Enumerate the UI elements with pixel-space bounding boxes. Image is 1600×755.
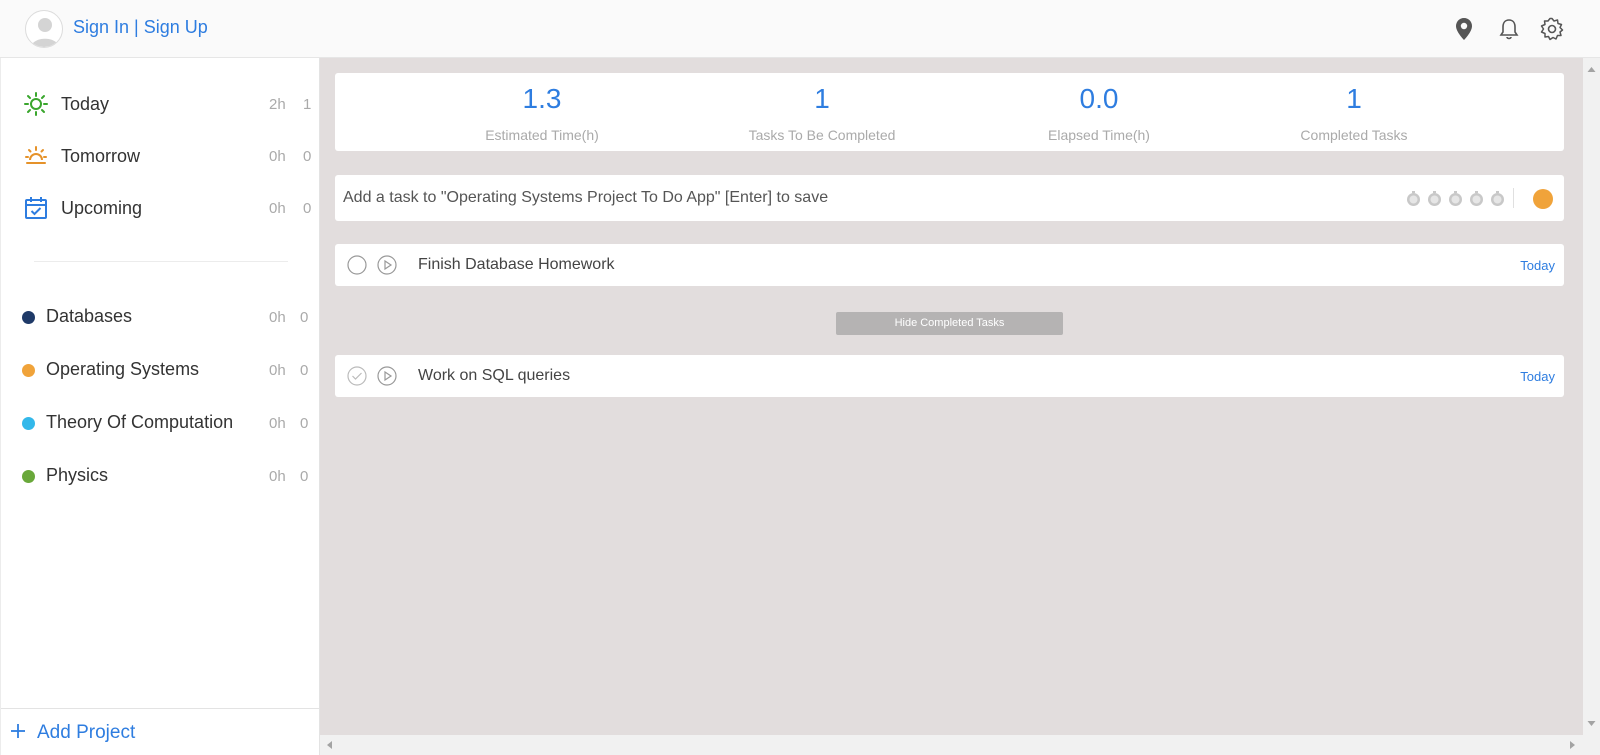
nav-count: 0 bbox=[303, 148, 312, 165]
checkbox-circle-icon[interactable] bbox=[347, 255, 367, 275]
task-title: Work on SQL queries bbox=[418, 367, 571, 384]
separator bbox=[1513, 188, 1514, 208]
task-title: Finish Database Homework bbox=[418, 256, 615, 273]
nav-count: 0 bbox=[303, 200, 312, 217]
horizontal-scrollbar[interactable] bbox=[320, 735, 1583, 755]
stat-estimated-time: 1.3 Estimated Time(h) bbox=[422, 73, 662, 151]
gear-icon[interactable] bbox=[1539, 16, 1565, 42]
project-count: 0 bbox=[300, 468, 309, 485]
project-item[interactable]: Theory Of Computation 0h 0 bbox=[1, 403, 321, 443]
project-hours: 0h bbox=[269, 309, 286, 326]
hide-completed-button[interactable]: Hide Completed Tasks bbox=[836, 312, 1063, 335]
stat-tasks-to-complete: 1 Tasks To Be Completed bbox=[702, 73, 942, 151]
nav-label: Upcoming bbox=[61, 198, 143, 218]
project-color-dot bbox=[22, 470, 35, 483]
project-color-dot bbox=[22, 311, 35, 324]
sidebar-divider bbox=[34, 261, 288, 262]
add-task-input[interactable] bbox=[335, 175, 1375, 221]
nav-tomorrow[interactable]: Tomorrow 0h 0 bbox=[1, 136, 321, 176]
location-pin-icon[interactable] bbox=[1451, 16, 1477, 42]
pomodoro-icon[interactable] bbox=[1489, 190, 1506, 207]
project-count: 0 bbox=[300, 309, 309, 326]
sunrise-icon bbox=[23, 143, 49, 169]
play-icon[interactable] bbox=[377, 366, 397, 386]
project-hours: 0h bbox=[269, 362, 286, 379]
stat-value: 1 bbox=[1346, 83, 1362, 114]
bell-icon[interactable] bbox=[1496, 16, 1522, 42]
stat-caption: Tasks To Be Completed bbox=[748, 127, 896, 143]
project-hours: 0h bbox=[269, 468, 286, 485]
pomodoro-icon[interactable] bbox=[1426, 190, 1443, 207]
project-item[interactable]: Databases 0h 0 bbox=[1, 297, 321, 337]
project-color-dot bbox=[22, 417, 35, 430]
stat-elapsed-time: 0.0 Elapsed Time(h) bbox=[979, 73, 1219, 151]
stat-value: 1 bbox=[814, 83, 830, 114]
add-project-button[interactable]: Add Project bbox=[1, 708, 321, 755]
add-project-label: Add Project bbox=[37, 722, 136, 743]
plus-icon bbox=[10, 720, 26, 744]
nav-label: Today bbox=[61, 94, 110, 114]
stat-completed-tasks: 1 Completed Tasks bbox=[1234, 73, 1474, 151]
project-item[interactable]: Operating Systems 0h 0 bbox=[1, 350, 321, 390]
sun-icon bbox=[23, 91, 49, 117]
project-item[interactable]: Physics 0h 0 bbox=[1, 456, 321, 496]
stat-value: 1.3 bbox=[522, 83, 562, 114]
top-bar: Sign In | Sign Up bbox=[0, 0, 1600, 58]
pomodoro-icon[interactable] bbox=[1405, 190, 1422, 207]
nav-count: 1 bbox=[303, 96, 312, 113]
pomodoro-icon[interactable] bbox=[1447, 190, 1464, 207]
vertical-scrollbar[interactable] bbox=[1583, 58, 1600, 735]
sidebar: Today 2h 1 Tomorrow 0h 0 Upcoming 0h 0 D… bbox=[0, 58, 321, 755]
nav-label: Tomorrow bbox=[61, 146, 141, 166]
task-row[interactable]: Work on SQL queries Today bbox=[335, 355, 1564, 397]
stat-caption: Estimated Time(h) bbox=[485, 127, 599, 143]
project-count: 0 bbox=[300, 362, 309, 379]
play-icon[interactable] bbox=[377, 255, 397, 275]
pomodoro-icon[interactable] bbox=[1468, 190, 1485, 207]
nav-hours: 0h bbox=[269, 200, 286, 217]
nav-hours: 2h bbox=[269, 96, 286, 113]
add-task-bar bbox=[335, 175, 1564, 221]
stats-panel: 1.3 Estimated Time(h) 1 Tasks To Be Comp… bbox=[335, 73, 1564, 151]
project-label: Physics bbox=[46, 465, 109, 485]
task-due-date[interactable]: Today bbox=[1520, 369, 1555, 384]
project-color-dot bbox=[22, 364, 35, 377]
nav-hours: 0h bbox=[269, 148, 286, 165]
check-circle-icon[interactable] bbox=[347, 366, 367, 386]
stat-caption: Elapsed Time(h) bbox=[1048, 127, 1150, 143]
stat-caption: Completed Tasks bbox=[1300, 127, 1408, 143]
task-row[interactable]: Finish Database Homework Today bbox=[335, 244, 1564, 286]
avatar-icon[interactable] bbox=[25, 10, 63, 48]
project-color-picker[interactable] bbox=[1533, 189, 1553, 209]
task-due-date[interactable]: Today bbox=[1520, 258, 1555, 273]
nav-upcoming[interactable]: Upcoming 0h 0 bbox=[1, 188, 321, 228]
stat-value: 0.0 bbox=[1079, 83, 1119, 114]
project-label: Theory Of Computation bbox=[46, 412, 234, 432]
project-count: 0 bbox=[300, 415, 309, 432]
nav-today[interactable]: Today 2h 1 bbox=[1, 84, 321, 124]
project-label: Operating Systems bbox=[46, 359, 200, 379]
main-panel: 1.3 Estimated Time(h) 1 Tasks To Be Comp… bbox=[320, 58, 1583, 735]
calendar-check-icon bbox=[23, 195, 49, 221]
project-hours: 0h bbox=[269, 415, 286, 432]
scrollbar-corner bbox=[1583, 735, 1600, 755]
sign-in-link[interactable]: Sign In | Sign Up bbox=[73, 17, 208, 38]
project-label: Databases bbox=[46, 306, 133, 326]
